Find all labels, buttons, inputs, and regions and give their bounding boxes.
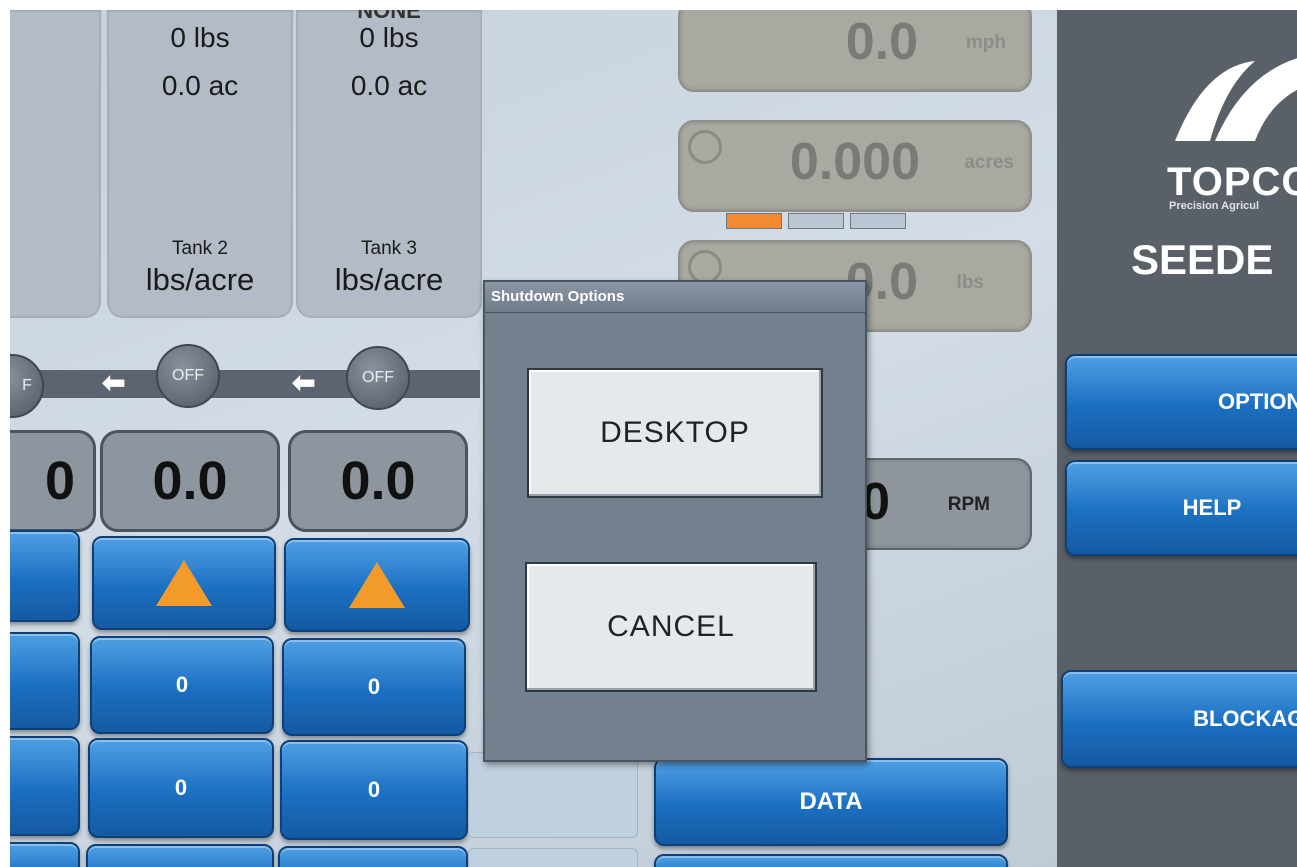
- area-indicator-segment: [788, 213, 844, 229]
- product-name: SEEDE: [1131, 236, 1274, 283]
- tank-1-off-toggle[interactable]: F: [10, 354, 44, 418]
- increase-arrow-icon: [156, 560, 212, 606]
- tank-1-unit: cre: [10, 262, 101, 298]
- area-counter-icon: [688, 130, 722, 164]
- empty-slot: [468, 848, 638, 867]
- blockage-button-label: BLOCKAGE: [1193, 706, 1297, 731]
- tank-3-toggle-label: OFF: [362, 369, 394, 386]
- bottom-button[interactable]: [654, 854, 1008, 867]
- tank-1-step-button-2[interactable]: [10, 736, 80, 836]
- tank-1-area: ac: [10, 70, 101, 102]
- area-indicator-segment: [726, 213, 782, 229]
- tank-1-decrease-button[interactable]: [10, 842, 80, 867]
- cancel-button-label: CANCEL: [607, 610, 735, 643]
- weight-counter-icon: [688, 250, 722, 284]
- desktop-button-label: DESKTOP: [600, 416, 750, 449]
- tank-3-name: Tank 3: [361, 238, 417, 259]
- brand-name: TOPCO: [1167, 160, 1297, 204]
- tank-3-unit: lbs/acre: [334, 262, 444, 297]
- data-button[interactable]: DATA: [654, 758, 1008, 846]
- tank-1-step-button[interactable]: [10, 632, 80, 730]
- area-value: 0.000: [789, 133, 920, 191]
- left-arrow-icon: ⬅: [292, 367, 316, 398]
- tank-1-lbs: bs: [10, 22, 101, 54]
- tank-3-rate-display: 0.0: [288, 430, 468, 532]
- tank-2-rate-value: 0.0: [152, 451, 228, 511]
- tank-1-rate-display: 0: [10, 430, 96, 532]
- tank-1-increase-button[interactable]: [10, 530, 80, 622]
- left-arrow-icon: ⬅: [102, 367, 126, 398]
- tank-2-step-button[interactable]: 0: [90, 636, 274, 734]
- tank-3-panel: NONE 0 lbs 0.0 ac Tank 3 lbs/acre: [296, 10, 482, 318]
- right-panel: TOPCO Precision Agricul SEEDE OPTIONS HE…: [1057, 10, 1297, 867]
- speed-value: 0.0: [845, 13, 918, 71]
- options-button-label: OPTIONS: [1217, 389, 1297, 414]
- data-button-label: DATA: [799, 788, 863, 815]
- tank-3-lbs: 0 lbs: [359, 22, 419, 53]
- tank-2-step-button-2[interactable]: 0: [88, 738, 274, 838]
- area-indicator-segment: [850, 213, 906, 229]
- speed-display: 0.0 mph: [678, 10, 1032, 92]
- tank-1-panel: bs ac k 1 cre: [10, 10, 101, 318]
- tank-1-name: k 1: [10, 238, 101, 260]
- tank-2-increase-button[interactable]: [92, 536, 276, 630]
- speed-unit: mph: [965, 32, 1006, 53]
- tank-2-off-toggle[interactable]: OFF: [156, 344, 220, 408]
- tank-2-area: 0.0 ac: [161, 70, 239, 101]
- cancel-button[interactable]: CANCEL: [525, 562, 817, 692]
- increase-arrow-icon: [349, 562, 405, 608]
- area-display: 0.000 acres: [678, 120, 1032, 212]
- tank-3-off-toggle[interactable]: OFF: [346, 346, 410, 410]
- topcon-logo-icon: [1175, 58, 1297, 141]
- dialog-title: Shutdown Options: [485, 282, 865, 313]
- empty-slot: [468, 752, 638, 838]
- help-button-label: HELP: [1182, 495, 1242, 520]
- tank-2-toggle-label: OFF: [172, 367, 204, 384]
- help-button[interactable]: HELP: [1065, 460, 1297, 556]
- blockage-button[interactable]: BLOCKAGE: [1061, 670, 1297, 768]
- tank-2-rate-display: 0.0: [100, 430, 280, 532]
- tank-2-step-value: 0: [175, 672, 189, 697]
- tank-3-area: 0.0 ac: [350, 70, 428, 101]
- fan-speed-unit: RPM: [947, 494, 990, 515]
- tank-1-rate-value: 0: [44, 451, 75, 511]
- tank-2-unit: lbs/acre: [145, 262, 255, 297]
- tank-3-step-value-2: 0: [367, 777, 381, 802]
- tank-2-lbs: 0 lbs: [170, 22, 230, 53]
- tank-1-toggle-label: F: [22, 377, 32, 394]
- tank-2-step-value-2: 0: [174, 775, 188, 800]
- tank-3-rate-value: 0.0: [340, 451, 416, 511]
- tank-3-decrease-button[interactable]: [278, 846, 468, 867]
- tank-2-panel: 0 lbs 0.0 ac Tank 2 lbs/acre: [107, 10, 293, 318]
- area-unit: acres: [964, 152, 1014, 173]
- shutdown-dialog: Shutdown Options DESKTOP CANCEL: [483, 280, 867, 762]
- tank-3-step-button[interactable]: 0: [282, 638, 466, 736]
- tank-2-decrease-button[interactable]: [86, 844, 274, 867]
- seeder-screen: bs ac k 1 cre 0 lbs 0.0 ac Tank 2 lbs/ac…: [10, 10, 1297, 867]
- desktop-button[interactable]: DESKTOP: [527, 368, 823, 498]
- weight-unit: lbs: [956, 272, 984, 293]
- tank-3-step-button-2[interactable]: 0: [280, 740, 468, 840]
- tank-3-increase-button[interactable]: [284, 538, 470, 632]
- tank-3-step-value: 0: [367, 674, 381, 699]
- brand-tagline: Precision Agricul: [1169, 200, 1260, 212]
- tank-2-name: Tank 2: [172, 238, 228, 259]
- options-button[interactable]: OPTIONS: [1065, 354, 1297, 450]
